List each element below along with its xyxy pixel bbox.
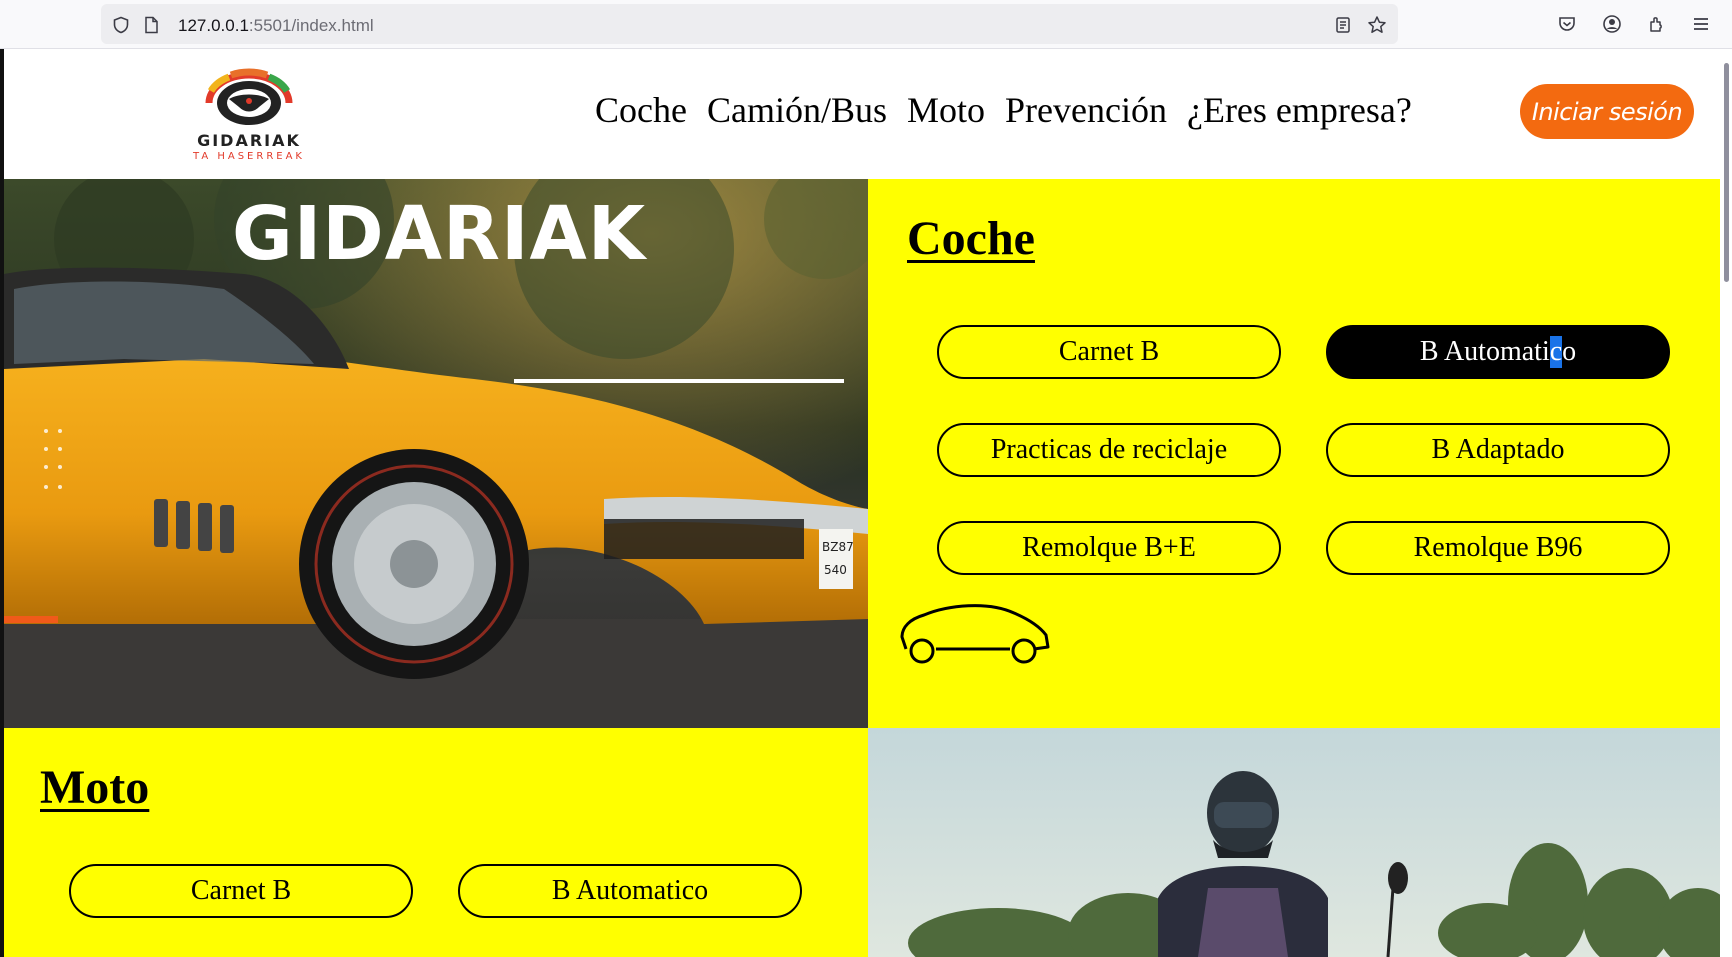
address-bar[interactable]: 127.0.0.1:5501/index.html	[101, 4, 1398, 44]
moto-section: Moto Carnet B B Automatico	[4, 728, 868, 957]
url-text[interactable]: 127.0.0.1:5501/index.html	[178, 16, 374, 36]
svg-text:540: 540	[824, 563, 847, 577]
reader-view-icon[interactable]	[1333, 15, 1353, 35]
main-nav: Coche Camión/Bus Moto Prevención ¿Eres e…	[595, 89, 1412, 131]
nav-prevencion[interactable]: Prevención	[1005, 89, 1167, 131]
scrollbar-thumb[interactable]	[1724, 63, 1729, 282]
hero-car-image: BZ87 540 GIDARIAK	[4, 179, 868, 728]
coche-section: Coche Carnet B B Automati c o Practicas de…	[868, 179, 1720, 728]
b-automatico-button[interactable]: B Automati c o	[1326, 325, 1670, 379]
moto-b-automatico-button[interactable]: B Automatico	[458, 864, 802, 918]
hero-dots-decoration	[44, 429, 68, 495]
hero-accent-bar	[4, 616, 58, 623]
login-button[interactable]: Iniciar sesión	[1520, 84, 1694, 139]
url-host: 127.0.0.1	[178, 16, 249, 35]
b-automatico-label-start: B Automati	[1419, 336, 1550, 367]
page-scrollbar[interactable]	[1720, 49, 1732, 957]
hero-title: GIDARIAK	[232, 191, 647, 277]
logo-tagline: TA HASERREAK	[193, 151, 305, 162]
moto-carnet-b-button[interactable]: Carnet B	[69, 864, 413, 918]
svg-text:BZ87: BZ87	[822, 540, 854, 554]
page-viewport: GIDARIAK TA HASERREAK Coche Camión/Bus M…	[0, 49, 1732, 957]
extensions-icon[interactable]	[1646, 13, 1668, 35]
account-icon[interactable]	[1601, 13, 1623, 35]
nav-camion-bus[interactable]: Camión/Bus	[707, 89, 887, 131]
remolque-be-button[interactable]: Remolque B+E	[937, 521, 1281, 575]
page-icon	[141, 15, 161, 35]
pocket-icon[interactable]	[1556, 13, 1578, 35]
steering-wheel-logo-icon	[205, 68, 293, 125]
car-outline-icon	[900, 604, 1050, 664]
text-selection-highlight: c	[1549, 336, 1563, 368]
moto-title: Moto	[40, 761, 150, 814]
motorcyclist-image	[868, 728, 1720, 957]
nav-eres-empresa[interactable]: ¿Eres empresa?	[1187, 89, 1412, 131]
hero-divider	[514, 379, 844, 383]
b-automatico-label-end: o	[1562, 336, 1577, 367]
logo-name: GIDARIAK	[197, 131, 301, 150]
coche-title: Coche	[907, 212, 1035, 265]
menu-icon[interactable]	[1690, 13, 1712, 35]
bookmark-star-icon[interactable]	[1367, 15, 1387, 35]
remolque-b96-button[interactable]: Remolque B96	[1326, 521, 1670, 575]
logo[interactable]: GIDARIAK TA HASERREAK	[179, 67, 319, 172]
site-header: GIDARIAK TA HASERREAK Coche Camión/Bus M…	[4, 49, 1720, 179]
b-adaptado-button[interactable]: B Adaptado	[1326, 423, 1670, 477]
nav-moto[interactable]: Moto	[907, 89, 985, 131]
nav-coche[interactable]: Coche	[595, 89, 687, 131]
carnet-b-button[interactable]: Carnet B	[937, 325, 1281, 379]
shield-icon[interactable]	[111, 15, 131, 35]
practicas-reciclaje-button[interactable]: Practicas de reciclaje	[937, 423, 1281, 477]
motorcyclist-photo	[868, 728, 1720, 957]
url-path: :5501/index.html	[248, 16, 374, 35]
browser-toolbar: 127.0.0.1:5501/index.html	[0, 0, 1732, 49]
